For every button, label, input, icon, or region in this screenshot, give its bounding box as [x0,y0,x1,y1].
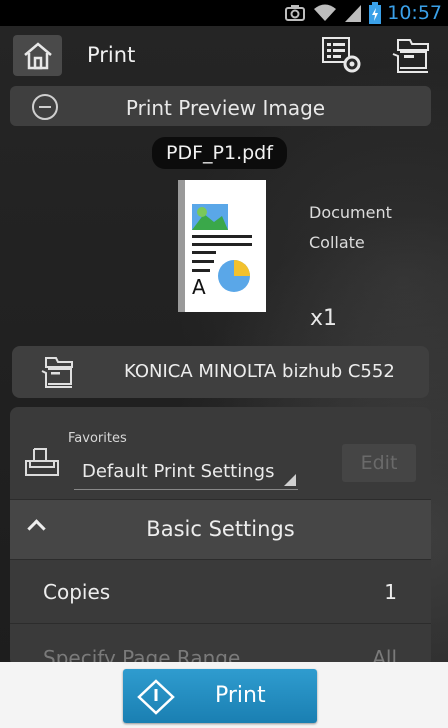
favorites-tray-icon [25,448,59,476]
collate-mode: Collate [309,233,365,252]
copies-multiplier: x1 [310,306,338,331]
document-type: Document [309,203,392,222]
settings-list-icon [322,37,361,73]
document-preview-thumbnail[interactable]: A [178,180,266,316]
settings-panel: Favorites Default Print Settings Edit Ba… [10,407,431,667]
copies-label: Copies [43,580,111,604]
clock: 10:57 [387,2,442,24]
printer-select-button[interactable] [390,34,434,76]
page-title: Print [87,43,136,67]
file-name: PDF_P1.pdf [152,137,287,169]
print-button-label: Print [215,683,266,708]
document-info: Document Collate [309,198,392,258]
screenshot-icon [285,5,306,21]
favorites-row: Favorites Default Print Settings Edit [10,407,431,499]
document-icon: A [178,180,266,312]
home-icon [23,41,52,69]
print-button[interactable]: Print [123,669,317,723]
basic-settings-label: Basic Settings [146,517,295,541]
favorites-dropdown[interactable]: Default Print Settings [74,455,298,490]
dropdown-arrow-icon [284,474,296,486]
edit-button[interactable]: Edit [342,444,416,482]
copies-value: 1 [384,580,397,604]
battery-icon [369,2,382,24]
favorites-selected-value: Default Print Settings [82,461,275,482]
title-bar: Print [0,26,448,86]
printer-name: KONICA MINOLTA bizhub C552 [124,361,395,382]
printer-icon [392,39,429,73]
favorites-label: Favorites [68,431,127,446]
signal-icon [345,5,362,22]
bottom-action-bar: Print [0,662,448,728]
status-bar: 10:57 [0,0,448,26]
home-button[interactable] [13,35,62,76]
print-settings-button[interactable] [320,34,364,76]
svg-text:A: A [192,275,206,299]
wifi-icon [314,4,337,21]
printer-icon [41,357,73,388]
printer-selector[interactable]: KONICA MINOLTA bizhub C552 [12,346,429,398]
basic-settings-header[interactable]: Basic Settings [10,499,431,560]
copies-row[interactable]: Copies 1 [10,559,431,624]
start-diamond-icon [137,679,175,715]
status-icons: 10:57 [283,0,448,26]
page-range-row[interactable]: Specify Page Range All [10,623,431,667]
print-preview-toggle[interactable]: Print Preview Image [10,86,431,126]
print-preview-label: Print Preview Image [125,96,326,120]
